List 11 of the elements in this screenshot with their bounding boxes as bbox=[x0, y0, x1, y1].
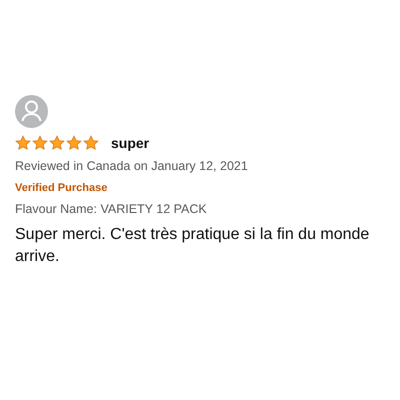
star-icon bbox=[15, 135, 31, 151]
star-icon bbox=[49, 135, 65, 151]
verified-purchase-label: Verified Purchase bbox=[15, 182, 108, 194]
flavour-name: Flavour Name: VARIETY 12 PACK bbox=[15, 202, 207, 216]
review-body: Super merci. C'est très pratique si la fin du monde arrive. bbox=[15, 225, 370, 267]
avatar-icon bbox=[15, 95, 48, 128]
review-date: Reviewed in Canada on January 12, 2021 bbox=[15, 159, 248, 173]
review-title: super bbox=[111, 135, 150, 151]
star-icon bbox=[83, 135, 99, 151]
star-icon bbox=[32, 135, 48, 151]
star-icon bbox=[66, 135, 82, 151]
